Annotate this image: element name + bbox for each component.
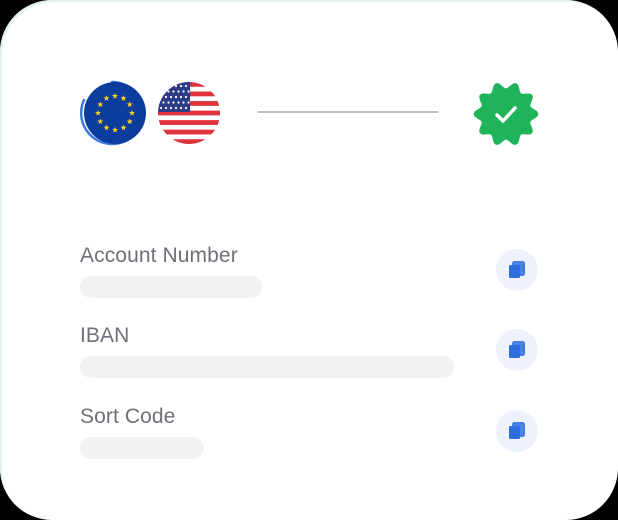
bank-details-card: Account Number IBAN Sort Code [0,0,618,520]
field-label: Sort Code [80,405,176,428]
copy-icon [509,422,525,439]
copy-account-number-button[interactable] [496,249,538,291]
copy-icon [509,261,525,278]
field-sort-code: Sort Code [80,405,540,477]
field-iban: IBAN [80,324,540,396]
connector-line [258,111,438,113]
field-value-placeholder [80,356,454,378]
field-value-placeholder [80,437,204,459]
field-value-placeholder [80,276,262,298]
copy-icon [509,341,525,358]
copy-iban-button[interactable] [496,329,538,371]
copy-sort-code-button[interactable] [496,410,538,452]
eu-flag[interactable] [84,82,146,144]
field-label: Account Number [80,244,238,267]
us-flag[interactable] [158,82,220,144]
eu-flag-icon [84,82,146,144]
field-account-number: Account Number [80,244,540,316]
field-label: IBAN [80,324,130,347]
us-flag-icon [158,82,220,144]
verified-badge-icon [473,83,539,145]
currency-pair-header [0,0,618,200]
